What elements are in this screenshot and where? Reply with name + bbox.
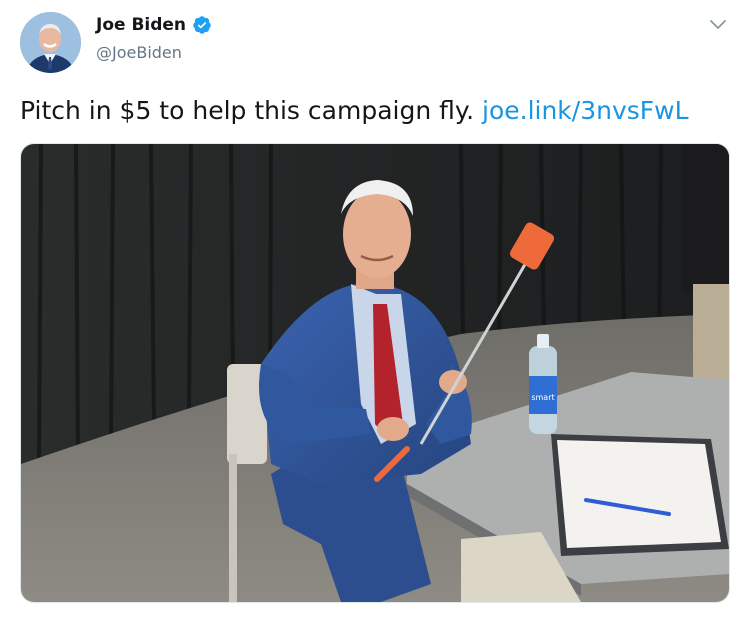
user-handle[interactable]: @JoeBiden [96,43,182,62]
chevron-down-icon[interactable] [708,17,728,33]
tweet-card[interactable]: Joe Biden @JoeBiden Pitch in $5 to help … [0,0,750,622]
tweet-link[interactable]: joe.link/3nvsFwL [482,96,689,125]
profile-avatar[interactable] [20,12,81,73]
tweet-photo[interactable]: smart [20,143,730,603]
verified-badge-icon [192,15,212,35]
bottle-label: smart [531,393,554,402]
tweet-text: Pitch in $5 to help this campaign fly. j… [20,95,689,127]
display-name[interactable]: Joe Biden [96,15,186,35]
tweet-body: Pitch in $5 to help this campaign fly. [20,96,475,125]
